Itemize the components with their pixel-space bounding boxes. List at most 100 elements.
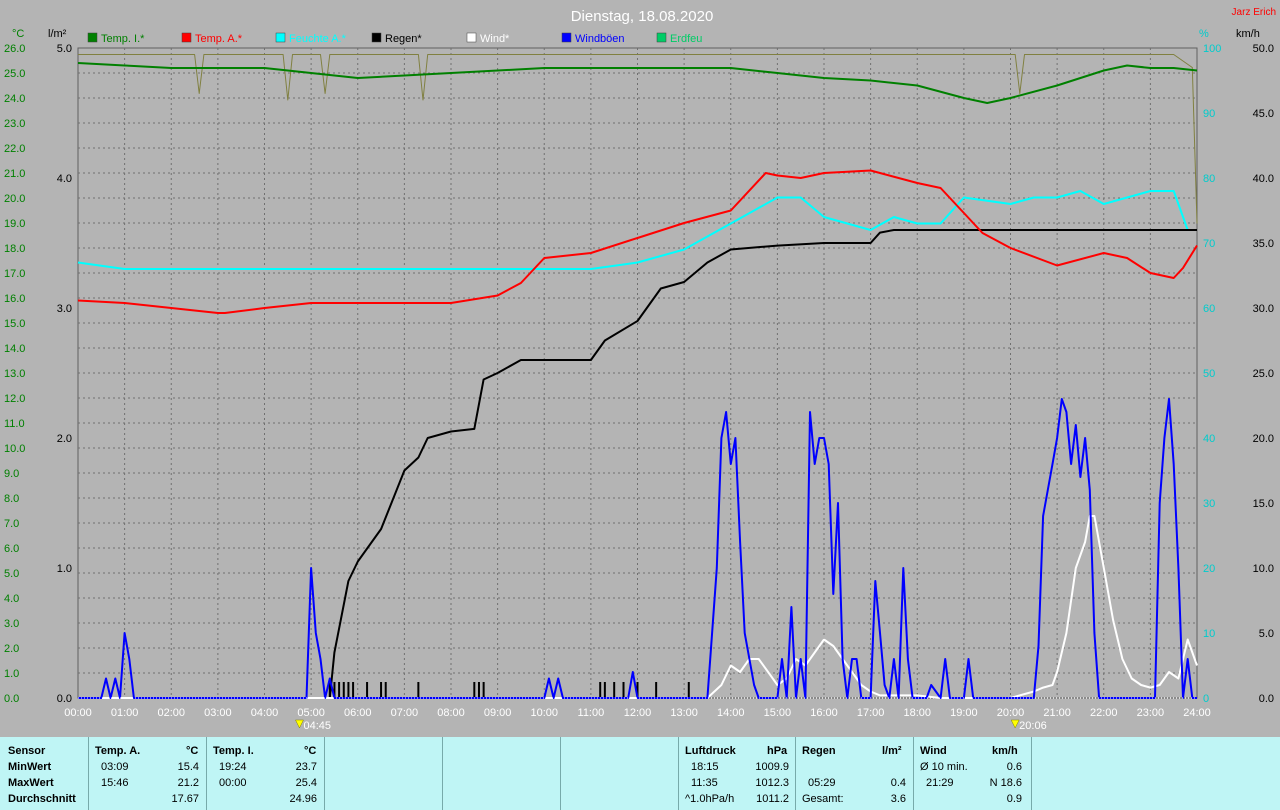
y-tick-temp: 21.0	[4, 168, 25, 180]
rain-bar	[352, 682, 355, 698]
rain-bar	[613, 682, 616, 698]
temp-i-avg: 24.96	[289, 793, 317, 805]
unit-left-temp: °C	[12, 28, 24, 40]
x-tick-label: 07:00	[391, 707, 419, 719]
x-tick-label: 20:00	[997, 707, 1025, 719]
row-label-min: MinWert	[8, 761, 52, 773]
rain-bar	[473, 682, 476, 698]
y-tick-humidity: 40	[1203, 433, 1215, 445]
temp-a-unit: °C	[186, 745, 199, 757]
rain-header: Regen	[802, 745, 836, 757]
temp-a-min-time: 03:09	[101, 761, 129, 773]
y-tick-temp: 19.0	[4, 218, 25, 230]
y-tick-temp: 17.0	[4, 268, 25, 280]
legend-swatch	[561, 32, 572, 43]
y-tick-rain: 2.0	[57, 433, 72, 445]
y-tick-rain: 3.0	[57, 303, 72, 315]
wind-last: 0.9	[1006, 793, 1022, 805]
rain-bar	[347, 682, 350, 698]
wind-max: N 18.6	[989, 777, 1022, 789]
y-tick-temp: 1.0	[4, 668, 19, 680]
wind-header: Wind	[920, 745, 947, 757]
y-tick-wind: 0.0	[1259, 693, 1274, 705]
pressure-unit: hPa	[767, 745, 788, 757]
rain-bar	[603, 682, 606, 698]
temp-a-column: Temp. A. °C 03:09 15.4 15:46 21.2 17.67	[89, 737, 207, 810]
wind-avg-label: Ø 10 min.	[920, 761, 968, 773]
sensor-header: Sensor	[8, 745, 46, 757]
temp-a-max-time: 15:46	[101, 777, 129, 789]
y-tick-temp: 12.0	[4, 393, 25, 405]
author-label: Jarz Erich	[1232, 7, 1276, 18]
wind-unit: km/h	[992, 745, 1018, 757]
y-tick-temp: 18.0	[4, 243, 25, 255]
y-tick-humidity: 10	[1203, 628, 1215, 640]
legend-label: Feuchte A.*	[289, 33, 347, 45]
temp-i-header: Temp. I.	[213, 745, 254, 757]
pressure-min-time: 18:15	[691, 761, 719, 773]
empty-column-3	[561, 737, 679, 810]
sun-marker-label: 20:06	[1019, 720, 1047, 732]
rain-total-label: Gesamt:	[802, 793, 844, 805]
y-tick-temp: 5.0	[4, 568, 19, 580]
y-tick-rain: 1.0	[57, 563, 72, 575]
y-tick-wind: 25.0	[1253, 368, 1274, 380]
y-tick-humidity: 100	[1203, 43, 1221, 55]
x-tick-label: 17:00	[857, 707, 885, 719]
wind-column: Wind km/h Ø 10 min. 0.6 21:29 N 18.6 0.9	[914, 737, 1032, 810]
y-tick-temp: 15.0	[4, 318, 25, 330]
x-tick-label: 09:00	[484, 707, 512, 719]
y-tick-wind: 45.0	[1253, 108, 1274, 120]
x-tick-label: 24:00	[1183, 707, 1211, 719]
x-tick-label: 03:00	[204, 707, 232, 719]
temp-i-unit: °C	[304, 745, 317, 757]
rain-bar	[687, 682, 690, 698]
y-tick-temp: 16.0	[4, 293, 25, 305]
y-tick-temp: 20.0	[4, 193, 25, 205]
y-tick-temp: 6.0	[4, 543, 19, 555]
legend-swatch	[181, 32, 192, 43]
temp-a-avg: 17.67	[171, 793, 199, 805]
x-tick-label: 16:00	[810, 707, 838, 719]
y-tick-temp: 9.0	[4, 468, 19, 480]
y-tick-wind: 35.0	[1253, 238, 1274, 250]
y-tick-wind: 10.0	[1253, 563, 1274, 575]
y-tick-humidity: 80	[1203, 173, 1215, 185]
rain-unit: l/m²	[882, 745, 902, 757]
y-tick-rain: 0.0	[57, 693, 72, 705]
x-tick-label: 06:00	[344, 707, 372, 719]
temp-i-column: Temp. I. °C 19:24 23.7 00:00 25.4 24.96	[207, 737, 325, 810]
y-tick-humidity: 30	[1203, 498, 1215, 510]
x-tick-label: 12:00	[624, 707, 652, 719]
unit-right-pct: %	[1199, 28, 1209, 40]
legend-swatch	[371, 32, 382, 43]
rain-bar	[622, 682, 625, 698]
rain-total: 3.6	[890, 793, 906, 805]
empty-column-1	[325, 737, 443, 810]
sun-marker-label: 04:45	[303, 720, 331, 732]
y-tick-temp: 24.0	[4, 93, 25, 105]
y-tick-temp: 3.0	[4, 618, 19, 630]
y-tick-temp: 10.0	[4, 443, 25, 455]
x-tick-label: 00:00	[64, 707, 92, 719]
pressure-column: Luftdruck hPa 18:15 1009.9 11:35 1012.3 …	[679, 737, 796, 810]
y-tick-wind: 40.0	[1253, 173, 1274, 185]
temp-a-min: 15.4	[177, 761, 199, 773]
rain-bar	[366, 682, 369, 698]
weather-chart: 00:00 01:00 02:00 03:00 04:00 05:00 06:00 07:00…	[4, 7, 1276, 732]
legend: Temp. I.* Temp. A.* Feuchte A.* Regen* Wind*…	[87, 32, 702, 45]
unit-right-wind: km/h	[1236, 28, 1260, 40]
chart-title: Dienstag, 18.08.2020	[571, 8, 714, 25]
y-tick-humidity: 50	[1203, 368, 1215, 380]
legend-label: Windböen	[575, 33, 625, 45]
legend-swatch	[656, 32, 667, 43]
sun-icon	[295, 719, 304, 729]
legend-swatch	[275, 32, 286, 43]
x-tick-label: 14:00	[717, 707, 745, 719]
unit-left-rain: l/m²	[48, 28, 67, 40]
y-tick-temp: 11.0	[4, 418, 25, 430]
x-tick-label: 15:00	[764, 707, 792, 719]
y-tick-temp: 14.0	[4, 343, 25, 355]
rain-bar	[338, 682, 341, 698]
y-tick-wind: 20.0	[1253, 433, 1274, 445]
